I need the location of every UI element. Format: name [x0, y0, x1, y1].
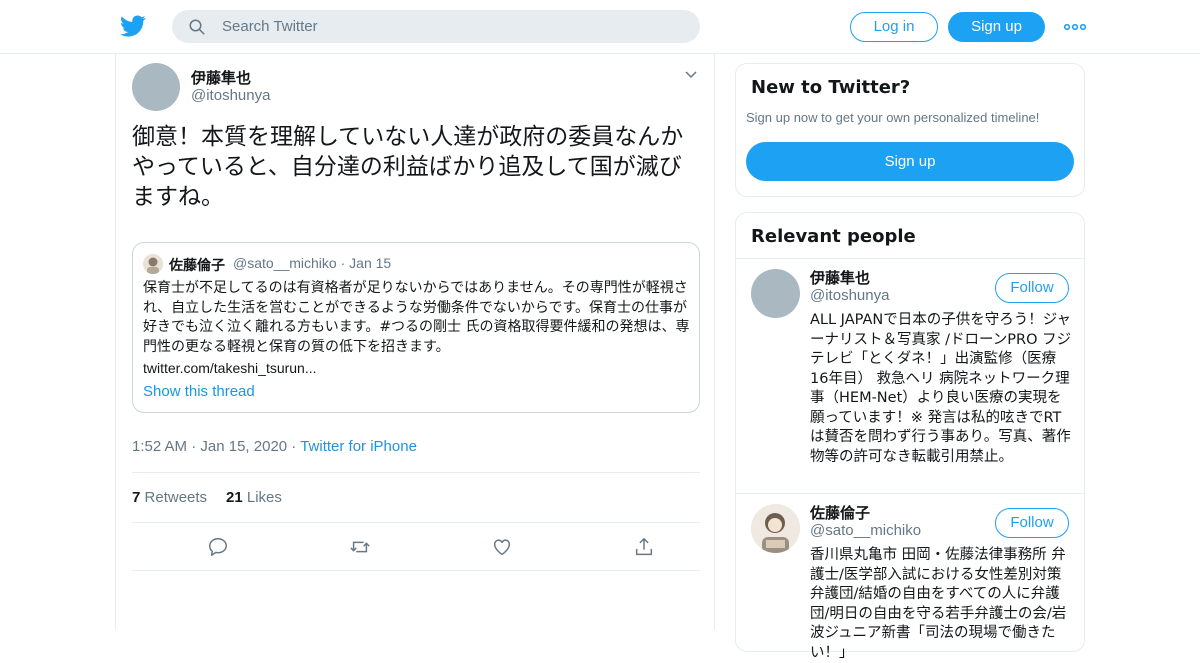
relevant-people-card: Relevant people 伊藤隼也 @itoshunya Follow A… — [735, 212, 1085, 661]
tweet-text: 御意！本質を理解していない人達が政府の委員なんかやっていると、自分達の利益ばかり… — [132, 124, 684, 210]
person-bio: 香川県丸亀市 田岡・佐藤法律事務所 弁護士/医学部入試における女性差別対策弁護団… — [810, 547, 1067, 661]
retweets-stat[interactable]: 7 Retweets — [132, 489, 207, 506]
person-item[interactable]: 佐藤倫子 @sato__michiko Follow 香川県丸亀市 田岡・佐藤法… — [736, 494, 1084, 661]
author-name[interactable]: 伊藤隼也 — [191, 67, 251, 88]
tweet-stats: 7 Retweets 21 Likes — [132, 472, 700, 523]
avatar[interactable] — [132, 63, 180, 111]
chevron-down-icon[interactable] — [684, 68, 698, 82]
tweet-time: 1:52 AM — [132, 438, 188, 455]
top-bar: Search Twitter Log in Sign up — [0, 0, 1200, 54]
retweet-icon[interactable] — [349, 536, 371, 558]
tweet-date: Jan 15, 2020 — [200, 438, 288, 455]
follow-button[interactable]: Follow — [995, 273, 1069, 303]
person-bio: ALL JAPANで日本の子供を守ろう！ジャーナリスト＆写真家 /ドローンPRO… — [810, 312, 1072, 465]
tweet-column: 伊藤隼也 @itoshunya 御意！本質を理解していない人達が政府の委員なんか… — [115, 54, 715, 630]
avatar — [143, 254, 163, 274]
tweet-source[interactable]: Twitter for iPhone — [300, 438, 417, 455]
person-handle[interactable]: @itoshunya — [810, 287, 889, 304]
relevant-people-title: Relevant people — [751, 226, 916, 247]
more-icon[interactable] — [1063, 17, 1087, 37]
signup-card-button[interactable]: Sign up — [746, 142, 1074, 181]
quoted-link[interactable]: twitter.com/takeshi_tsurun... — [143, 360, 317, 376]
signup-button[interactable]: Sign up — [948, 12, 1045, 42]
quoted-tweet[interactable]: 佐藤倫子 @sato__michiko · Jan 15 保育士が不足してるのは… — [132, 242, 700, 413]
share-icon[interactable] — [633, 536, 655, 558]
quoted-author-name: 佐藤倫子 — [169, 258, 225, 274]
login-button[interactable]: Log in — [850, 12, 938, 42]
like-icon[interactable] — [491, 536, 513, 558]
twitter-bird-icon[interactable] — [120, 13, 146, 39]
signup-card-title: New to Twitter? — [751, 77, 911, 98]
person-name[interactable]: 伊藤隼也 — [810, 267, 870, 288]
person-handle[interactable]: @sato__michiko — [810, 522, 921, 539]
show-thread-link[interactable]: Show this thread — [143, 383, 255, 400]
quoted-date: Jan 15 — [349, 255, 392, 271]
author-handle[interactable]: @itoshunya — [191, 87, 270, 104]
signup-card-subtitle: Sign up now to get your own personalized… — [746, 110, 1040, 125]
follow-button[interactable]: Follow — [995, 508, 1069, 538]
person-name[interactable]: 佐藤倫子 — [810, 502, 870, 523]
quoted-text: 保育士が不足してるのは有資格者が足りないからではありません。その専門性が軽視され… — [143, 280, 690, 355]
search-input[interactable]: Search Twitter — [222, 18, 318, 35]
tweet-meta: 1:52 AM · Jan 15, 2020 · Twitter for iPh… — [132, 438, 417, 455]
quoted-author-handle: @sato__michiko — [233, 255, 337, 271]
avatar[interactable] — [751, 269, 800, 318]
tweet-actions — [132, 523, 700, 571]
reply-icon[interactable] — [207, 536, 229, 558]
signup-card: New to Twitter? Sign up now to get your … — [735, 63, 1085, 197]
likes-stat[interactable]: 21 Likes — [226, 489, 282, 506]
search-bar[interactable]: Search Twitter — [172, 10, 700, 43]
search-icon — [189, 19, 205, 35]
person-item[interactable]: 伊藤隼也 @itoshunya Follow ALL JAPANで日本の子供を守… — [736, 259, 1084, 493]
quoted-meta: @sato__michiko · Jan 15 — [233, 255, 392, 271]
avatar[interactable] — [751, 504, 800, 553]
